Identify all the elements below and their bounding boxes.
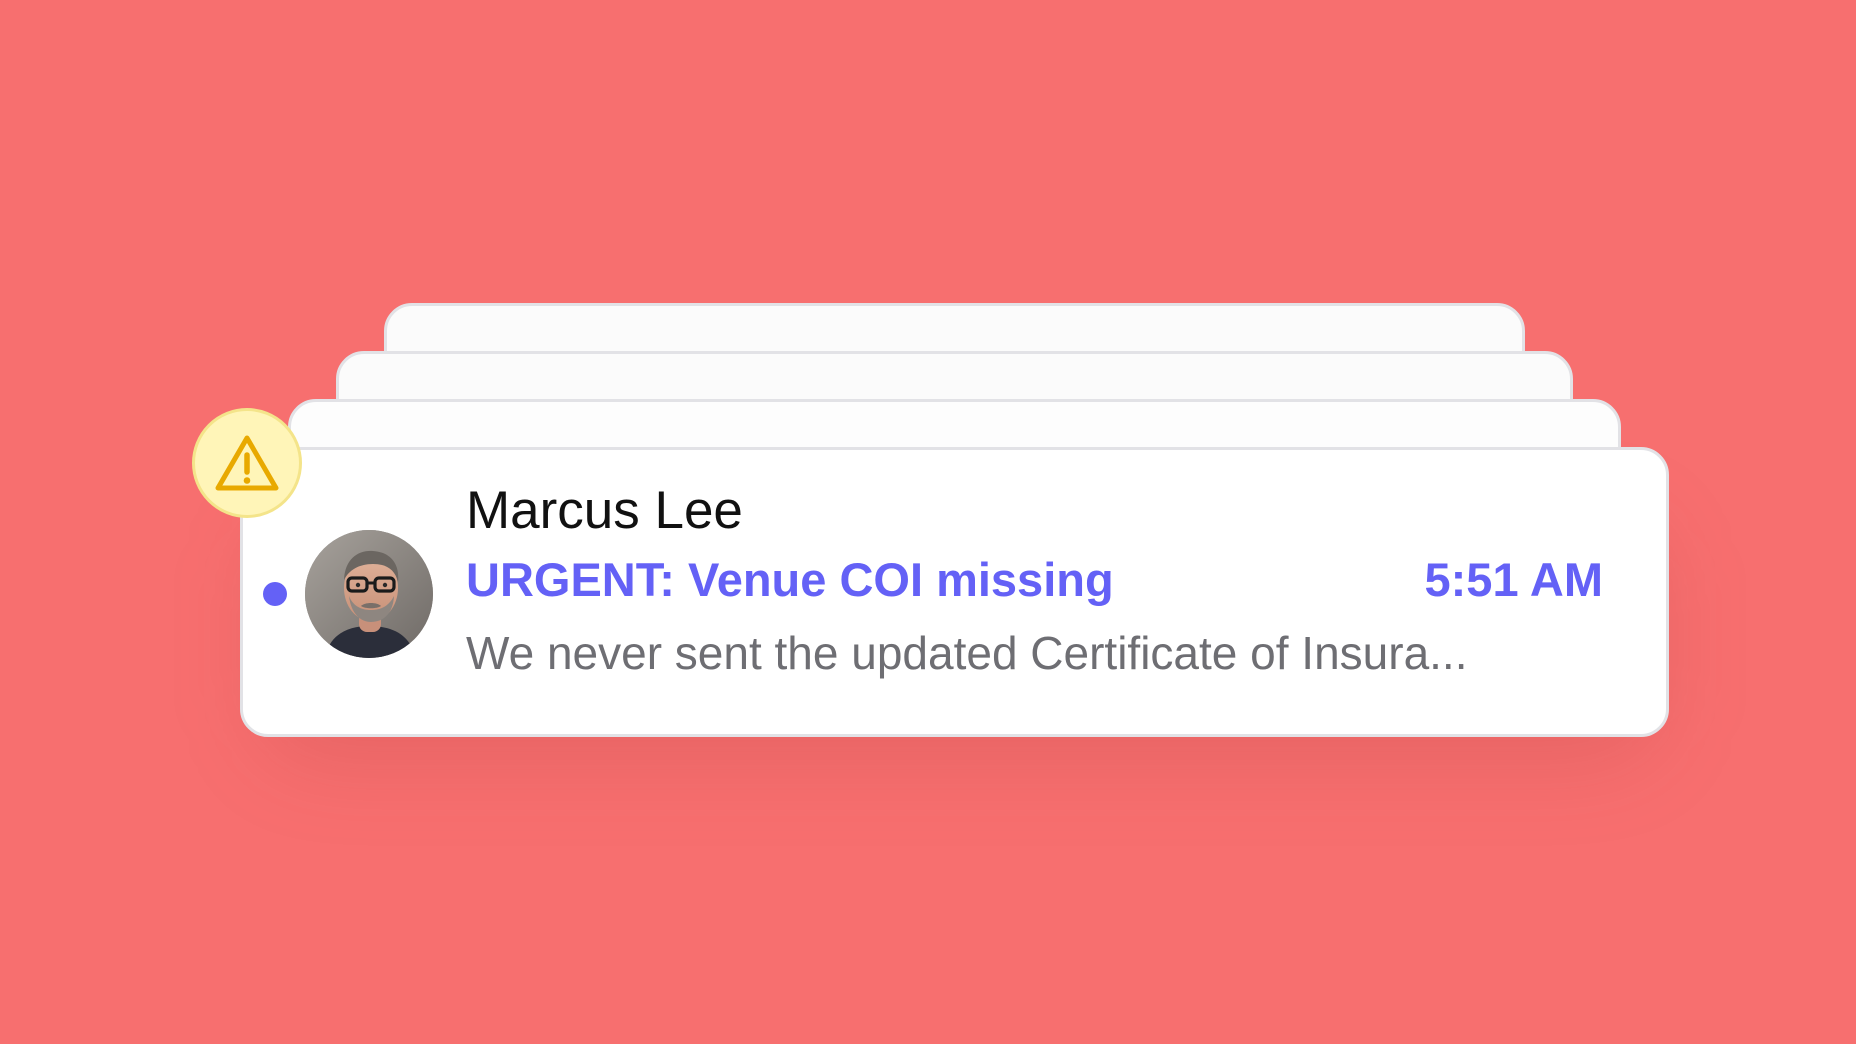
email-subject: URGENT: Venue COI missing <box>466 553 1114 606</box>
avatar <box>305 530 433 658</box>
warning-triangle-icon <box>215 435 279 491</box>
unread-indicator-dot <box>263 582 287 606</box>
email-preview: We never sent the updated Certificate of… <box>466 627 1468 679</box>
sender-name: Marcus Lee <box>466 481 743 540</box>
person-avatar-icon <box>305 530 433 658</box>
warning-badge <box>192 408 302 518</box>
email-notification-card[interactable]: Marcus Lee URGENT: Venue COI missing 5:5… <box>240 447 1669 737</box>
email-timestamp: 5:51 AM <box>1424 553 1603 606</box>
